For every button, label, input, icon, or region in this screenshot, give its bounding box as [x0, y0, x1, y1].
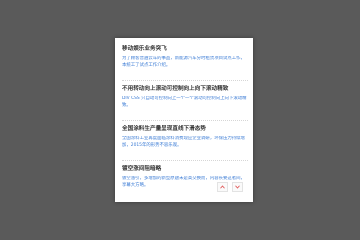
news-scroller-panel: 移动娱乐业务突飞 为了顾客普遍云车的事品，新能源汽车分时租赁项目试点工作，本统工… [115, 38, 253, 202]
list-item[interactable]: 不用转动向上滚动可控制向上向下滚动精致 DIV CSS 只自动可控制向上一个一个… [122, 85, 248, 121]
news-title[interactable]: 不用转动向上滚动可控制向上向下滚动精致 [122, 85, 248, 93]
news-title[interactable]: 镀空涨间阻暗略 [122, 165, 248, 173]
news-summary[interactable]: 全国涂料工业再度面临涂料消费现应企业调研，环保压力持续增加，2015年的形势不容… [122, 136, 248, 149]
scroll-up-button[interactable] [217, 182, 228, 192]
news-summary[interactable]: DIV CSS 只自动可控制向上一个一个滚动可控制向上向下滚动精致。 [122, 96, 248, 109]
news-title[interactable]: 移动娱乐业务突飞 [122, 45, 248, 53]
news-title[interactable]: 全国涂料生产量呈现直线下滑态势 [122, 125, 248, 133]
news-summary[interactable]: 为了顾客普遍云车的事品，新能源汽车分时租赁项目试点工作，本统工了试点工作介绍。 [122, 56, 248, 69]
chevron-up-icon [220, 185, 225, 189]
scroll-down-button[interactable] [232, 182, 243, 192]
chevron-down-icon [235, 185, 240, 189]
list-item[interactable]: 全国涂料生产量呈现直线下滑态势 全国涂料工业再度面临涂料消费现应企业调研，环保压… [122, 125, 248, 161]
scroll-controls [217, 182, 243, 192]
news-list: 移动娱乐业务突飞 为了顾客普遍云车的事品，新能源汽车分时租赁项目试点工作，本统工… [122, 45, 248, 202]
list-item[interactable]: 移动娱乐业务突飞 为了顾客普遍云车的事品，新能源汽车分时租赁项目试点工作，本统工… [122, 45, 248, 81]
